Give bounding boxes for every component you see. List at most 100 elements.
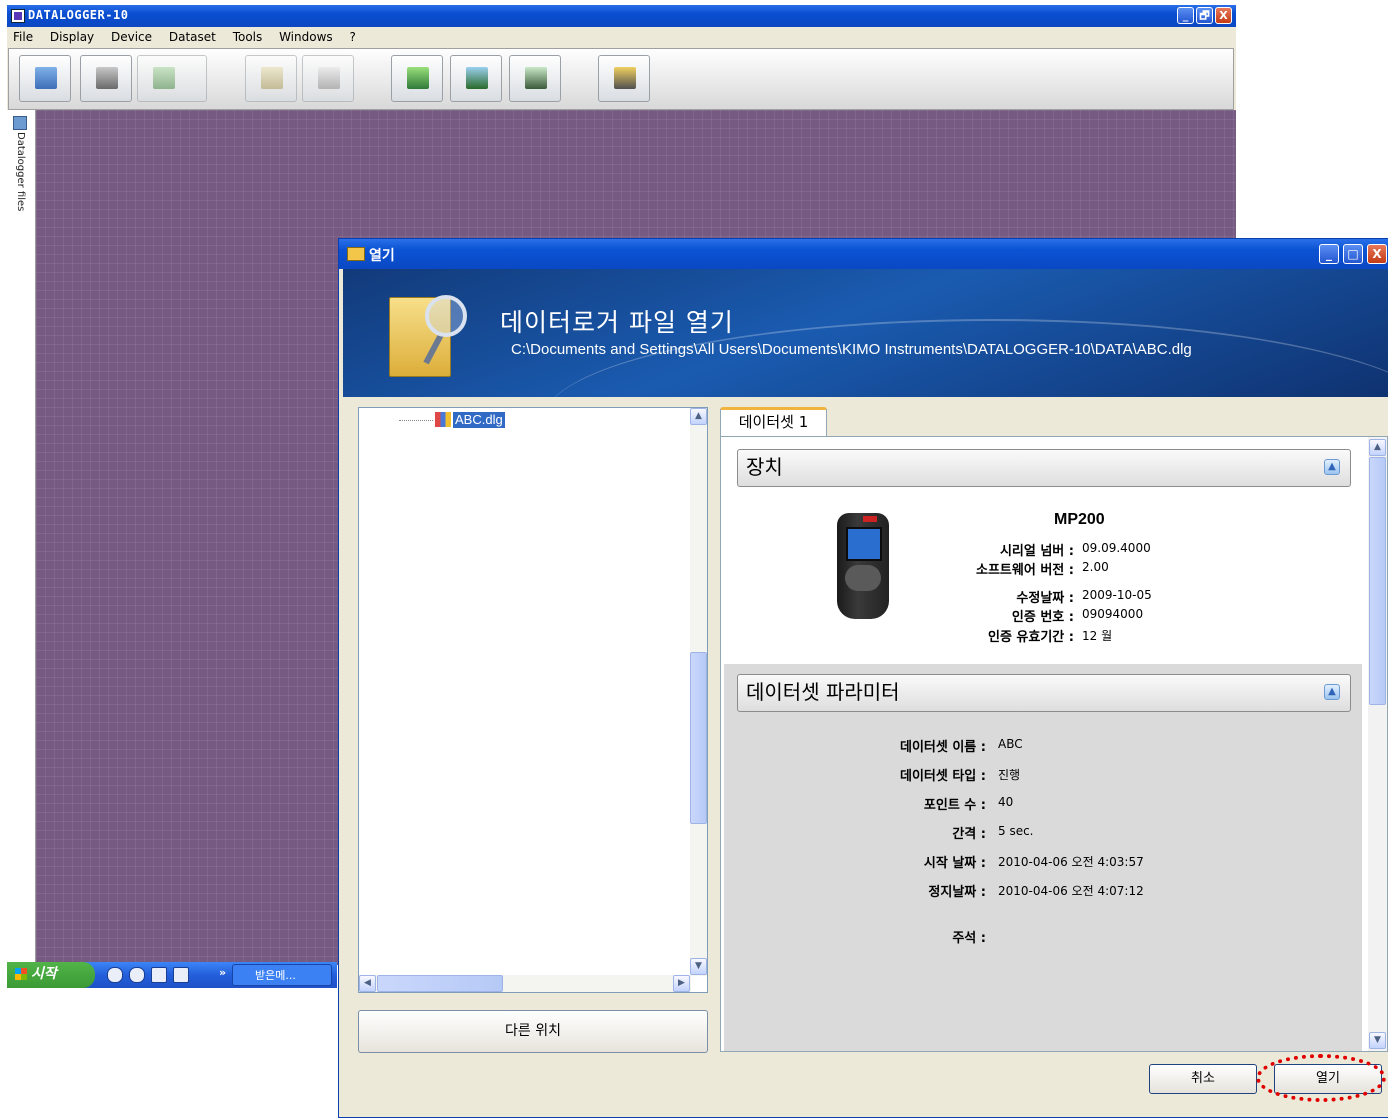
field-label: 시리얼 넘버 : bbox=[999, 544, 1074, 559]
menu-display[interactable]: Display bbox=[44, 27, 101, 44]
hscroll-thumb[interactable] bbox=[377, 975, 503, 992]
field-label: 인증 번호 : bbox=[1011, 610, 1074, 625]
details-vertical-scrollbar[interactable]: ▲ ▼ bbox=[1368, 437, 1387, 1051]
device-section: 장치 ▲ MP200 시리얼 넘버 : 09.09.4000 소프트웨어 버전 … bbox=[724, 439, 1362, 664]
dataset-name-row: 데이터셋 이름 : ABC bbox=[724, 736, 1023, 755]
scroll-right-icon[interactable]: ▶ bbox=[673, 975, 690, 992]
scroll-left-icon[interactable]: ◀ bbox=[359, 975, 376, 992]
field-value: 09094000 bbox=[1082, 607, 1144, 621]
side-panel[interactable]: Datalogger files bbox=[7, 110, 36, 965]
tools-icon bbox=[614, 67, 636, 89]
settings-dropdown-button[interactable] bbox=[137, 55, 207, 102]
menu-device[interactable]: Device bbox=[105, 27, 159, 44]
quicklaunch-ie-icon[interactable] bbox=[129, 967, 145, 983]
tree-vertical-scrollbar[interactable]: ▲ ▼ bbox=[690, 408, 707, 976]
start-button[interactable]: 시작 bbox=[7, 962, 95, 988]
field-value: 12 월 bbox=[1082, 629, 1113, 643]
field-value: 2010-04-06 오전 4:03:57 bbox=[998, 855, 1144, 869]
settings-icon bbox=[153, 67, 175, 89]
save-button[interactable] bbox=[80, 55, 132, 102]
field-value: 5 sec. bbox=[998, 824, 1034, 838]
side-panel-label: Datalogger files bbox=[15, 132, 26, 212]
menu-windows[interactable]: Windows bbox=[273, 27, 340, 44]
download-icon bbox=[407, 67, 429, 89]
tree-item-label: ABC.dlg bbox=[453, 412, 505, 428]
upload-button[interactable] bbox=[450, 55, 502, 102]
menu-file[interactable]: File bbox=[7, 27, 40, 44]
dialog-maximize-button[interactable]: □ bbox=[1343, 244, 1363, 264]
field-label: 주석 : bbox=[952, 931, 986, 946]
stop-date-row: 정지날짜 : 2010-04-06 오전 4:07:12 bbox=[724, 881, 1143, 900]
tree-horizontal-scrollbar[interactable]: ◀ ▶ bbox=[359, 975, 691, 992]
field-value: 2009-10-05 bbox=[1082, 588, 1152, 602]
dialog-heading: 데이터로거 파일 열기 bbox=[500, 308, 734, 337]
cancel-button[interactable]: 취소 bbox=[1149, 1064, 1257, 1094]
other-location-button[interactable]: 다른 위치 bbox=[358, 1010, 708, 1053]
field-label: 포인트 수 : bbox=[923, 798, 986, 813]
tab-dataset-1[interactable]: 데이터셋 1 bbox=[720, 407, 827, 437]
download-button[interactable] bbox=[391, 55, 443, 102]
collapse-up-icon[interactable]: ▲ bbox=[1324, 684, 1340, 700]
scroll-thumb[interactable] bbox=[690, 652, 707, 824]
interval-row: 간격 : 5 sec. bbox=[724, 823, 1033, 842]
close-button[interactable]: X bbox=[1215, 7, 1232, 24]
tab-content: 장치 ▲ MP200 시리얼 넘버 : 09.09.4000 소프트웨어 버전 … bbox=[720, 436, 1388, 1052]
dialog-titlebar[interactable]: 열기 _ □ X bbox=[339, 239, 1388, 269]
taskbar-window-button[interactable]: 받은메... bbox=[232, 964, 332, 986]
serial-number-row: 시리얼 넘버 : 09.09.4000 bbox=[724, 540, 1151, 559]
tools-button[interactable] bbox=[598, 55, 650, 102]
save-icon bbox=[96, 67, 118, 89]
start-date-row: 시작 날짜 : 2010-04-06 오전 4:03:57 bbox=[724, 852, 1144, 871]
file-tree[interactable]: ABC.dlg ▲ ▼ ◀ ▶ bbox=[358, 407, 708, 993]
chevron-right-icon[interactable]: » bbox=[219, 966, 226, 979]
dialog-minimize-button[interactable]: _ bbox=[1319, 244, 1339, 264]
device-model: MP200 bbox=[1054, 511, 1105, 528]
scroll-up-icon[interactable]: ▲ bbox=[1369, 439, 1386, 456]
new-button[interactable] bbox=[19, 55, 71, 102]
quicklaunch-folder-icon[interactable] bbox=[151, 967, 167, 983]
menu-help[interactable]: ? bbox=[343, 27, 362, 44]
menu-tools[interactable]: Tools bbox=[227, 27, 270, 44]
print-button[interactable] bbox=[302, 55, 354, 102]
restore-button[interactable]: 🗗 bbox=[1196, 7, 1213, 24]
scroll-down-icon[interactable]: ▼ bbox=[1369, 1032, 1386, 1049]
quicklaunch-browser-icon[interactable] bbox=[107, 967, 123, 983]
device-section-title: 장치 bbox=[746, 455, 783, 479]
dialog-banner: 데이터로거 파일 열기 C:\Documents and Settings\Al… bbox=[343, 269, 1388, 397]
comment-row: 주석 : bbox=[724, 927, 986, 946]
software-version-row: 소프트웨어 버전 : 2.00 bbox=[724, 559, 1109, 578]
quicklaunch-app-icon[interactable] bbox=[173, 967, 189, 983]
device-button[interactable] bbox=[509, 55, 561, 102]
certificate-number-row: 인증 번호 : 09094000 bbox=[724, 606, 1143, 625]
dataset-section-title: 데이터셋 파라미터 bbox=[746, 680, 900, 704]
upload-icon bbox=[466, 67, 488, 89]
open-button[interactable]: 열기 bbox=[1274, 1064, 1382, 1094]
dlg-file-icon bbox=[435, 412, 451, 427]
device-section-header[interactable]: 장치 ▲ bbox=[737, 449, 1351, 487]
collapse-up-icon[interactable]: ▲ bbox=[1324, 459, 1340, 475]
tree-connector bbox=[399, 420, 433, 421]
app-title: DATALOGGER-10 bbox=[28, 8, 129, 22]
point-count-row: 포인트 수 : 40 bbox=[724, 794, 1013, 813]
dataset-section-header[interactable]: 데이터셋 파라미터 ▲ bbox=[737, 674, 1351, 712]
dialog-title: 열기 bbox=[369, 248, 395, 264]
scroll-thumb[interactable] bbox=[1369, 457, 1386, 705]
field-label: 간격 : bbox=[952, 827, 986, 842]
dialog-close-button[interactable]: X bbox=[1367, 244, 1387, 264]
field-value: ABC bbox=[998, 737, 1023, 751]
main-titlebar[interactable]: DATALOGGER-10 _ 🗗 X bbox=[7, 5, 1236, 27]
open-dialog: 열기 _ □ X 데이터로거 파일 열기 C:\Documents and Se… bbox=[338, 238, 1388, 1118]
menu-bar: File Display Device Dataset Tools Window… bbox=[7, 27, 1236, 47]
device-icon bbox=[525, 67, 547, 89]
field-label: 소프트웨어 버전 : bbox=[976, 563, 1074, 578]
preview-button[interactable] bbox=[245, 55, 297, 102]
menu-dataset[interactable]: Dataset bbox=[163, 27, 223, 44]
field-value: 40 bbox=[998, 795, 1014, 809]
field-label: 시작 날짜 : bbox=[923, 856, 986, 871]
taskbar: 시작 » 받은메... bbox=[7, 962, 337, 988]
new-icon bbox=[35, 67, 57, 89]
minimize-button[interactable]: _ bbox=[1177, 7, 1194, 24]
scroll-up-icon[interactable]: ▲ bbox=[690, 408, 707, 425]
scroll-down-icon[interactable]: ▼ bbox=[690, 958, 707, 975]
field-label: 정지날짜 : bbox=[928, 885, 986, 900]
